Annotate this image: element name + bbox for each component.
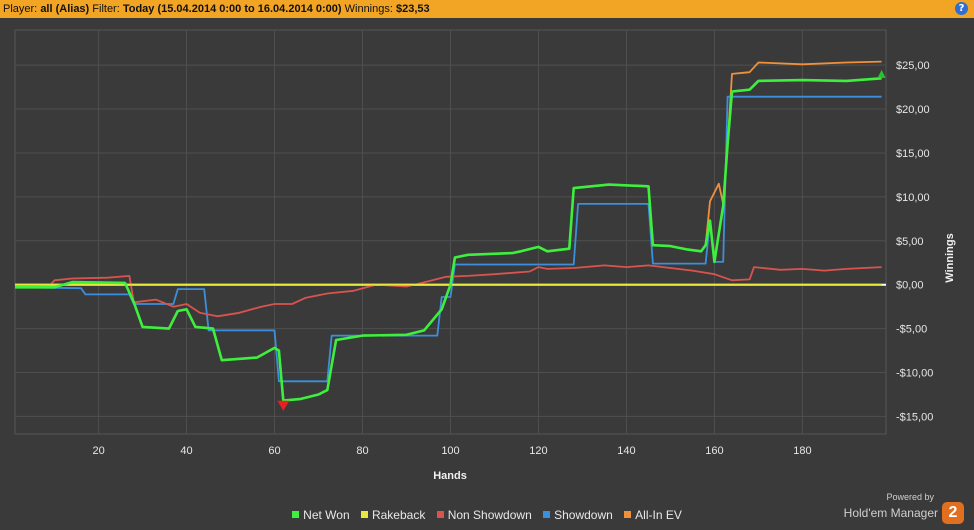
legend-swatch bbox=[543, 511, 551, 518]
y-tick-label: $20,00 bbox=[896, 104, 930, 116]
y-tick-label: -$5,00 bbox=[896, 324, 927, 336]
winnings-label: Winnings: bbox=[344, 3, 393, 15]
legend-item-showdown[interactable]: Showdown bbox=[543, 508, 613, 522]
legend-label: All-In EV bbox=[635, 508, 682, 522]
legend-item-net-won[interactable]: Net Won bbox=[292, 508, 350, 522]
brand-name: Hold'em Manager bbox=[843, 506, 938, 520]
y-tick-label: $5,00 bbox=[896, 236, 924, 248]
x-tick-label: 80 bbox=[356, 445, 368, 457]
x-axis-ticks: 20 40 60 80 100 120 140 160 180 bbox=[92, 445, 811, 457]
x-axis-title: Hands bbox=[433, 470, 467, 482]
legend-item-rakeback[interactable]: Rakeback bbox=[360, 508, 426, 522]
legend-swatch bbox=[292, 511, 300, 518]
legend-label: Non Showdown bbox=[447, 508, 532, 522]
hm2-badge-icon: 2 bbox=[942, 502, 964, 524]
filter-value: Today (15.04.2014 0:00 to 16.04.2014 0:0… bbox=[122, 3, 342, 15]
brand-logo: Powered by Hold'em Manager 2 bbox=[844, 492, 964, 524]
y-tick-label: $10,00 bbox=[896, 192, 930, 204]
x-tick-label: 60 bbox=[268, 445, 280, 457]
player-label: Player: bbox=[3, 3, 38, 15]
x-tick-label: 100 bbox=[441, 445, 459, 457]
y-axis-title: Winnings bbox=[944, 233, 956, 282]
y-axis-ticks: $25,00 $20,00 $15,00 $10,00 $5,00 $0,00 -$5,00… bbox=[896, 60, 933, 423]
x-tick-label: 180 bbox=[793, 445, 811, 457]
legend-swatch bbox=[360, 511, 368, 518]
x-tick-label: 40 bbox=[180, 445, 192, 457]
y-tick-label: -$10,00 bbox=[896, 368, 933, 380]
legend-item-non-showdown[interactable]: Non Showdown bbox=[436, 508, 532, 522]
legend-item-all-in-ev[interactable]: All-In EV bbox=[624, 508, 682, 522]
x-tick-label: 120 bbox=[529, 445, 547, 457]
winnings-chart: 20 40 60 80 100 120 140 160 180 $25,00 $20,00 $15,… bbox=[14, 29, 956, 482]
help-icon[interactable]: ? bbox=[955, 2, 968, 15]
x-tick-label: 140 bbox=[617, 445, 635, 457]
winnings-value: $23,53 bbox=[395, 3, 430, 15]
legend-swatch bbox=[436, 511, 444, 518]
x-tick-label: 160 bbox=[705, 445, 723, 457]
y-tick-label: $15,00 bbox=[896, 148, 930, 160]
chart-legend: Net Won Rakeback Non Showdown Showdown A… bbox=[0, 508, 974, 522]
y-tick-label: $25,00 bbox=[896, 60, 930, 72]
powered-by-text: Powered by bbox=[886, 492, 934, 502]
legend-label: Rakeback bbox=[371, 508, 426, 522]
legend-swatch bbox=[624, 511, 632, 518]
report-header: Player: all (Alias) Filter: Today (15.04… bbox=[0, 0, 974, 18]
x-tick-label: 20 bbox=[92, 445, 104, 457]
legend-label: Showdown bbox=[554, 508, 613, 522]
y-tick-label: $0,00 bbox=[896, 280, 924, 292]
filter-label: Filter: bbox=[92, 3, 120, 15]
player-value: all (Alias) bbox=[40, 3, 90, 15]
legend-label: Net Won bbox=[303, 508, 350, 522]
y-tick-label: -$15,00 bbox=[896, 411, 933, 423]
